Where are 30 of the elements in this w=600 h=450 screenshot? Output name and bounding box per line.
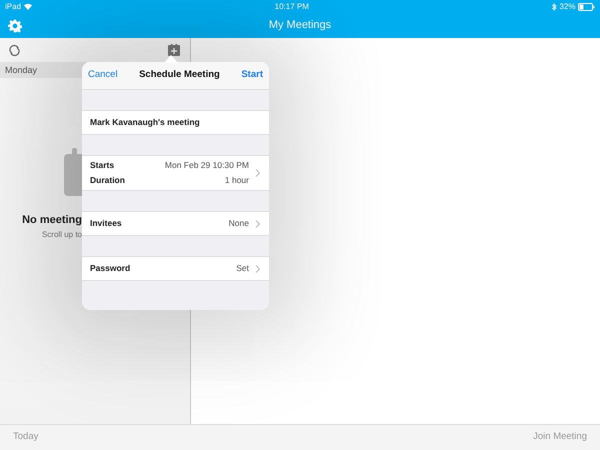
battery-icon [578,2,595,10]
empty-title: No meeting [22,213,82,228]
start-value: Mon Feb 29 10:30 PM [164,159,249,172]
time-row[interactable]: Starts Duration Mon Feb 29 10:30 PM 1 hour [82,155,269,191]
refresh-icon[interactable] [8,44,21,56]
row-label: Password [90,262,130,275]
row-value: Set [236,262,249,275]
settings-row[interactable]: Invitees None [82,211,269,236]
wifi-icon [24,3,32,10]
settings-row[interactable]: Password Set [82,256,269,281]
add-meeting-icon[interactable] [168,44,180,56]
name-row[interactable]: Mark Kavanaugh's meeting [82,110,269,135]
meeting-name: Mark Kavanaugh's meeting [90,116,200,129]
status-time: 10:17 PM [274,0,309,12]
chevron-icon [255,169,261,177]
chevron-icon [255,264,261,272]
duration-label: Duration [90,174,125,187]
calendar-icon [64,148,82,196]
chevron-icon [255,220,261,228]
battery-percent: 32% [559,0,576,12]
duration-value: 1 hour [224,174,249,187]
settings-icon[interactable] [8,18,22,32]
screen-title: My Meetings [268,18,332,34]
row-value: None [228,217,249,230]
device-name: iPad [5,0,22,12]
bluetooth-icon [552,2,557,10]
row-label: Invitees [90,217,122,230]
empty-hint: Scroll up to [42,228,82,240]
start-button[interactable]: Start [241,68,263,83]
starts-label: Starts [90,159,116,172]
